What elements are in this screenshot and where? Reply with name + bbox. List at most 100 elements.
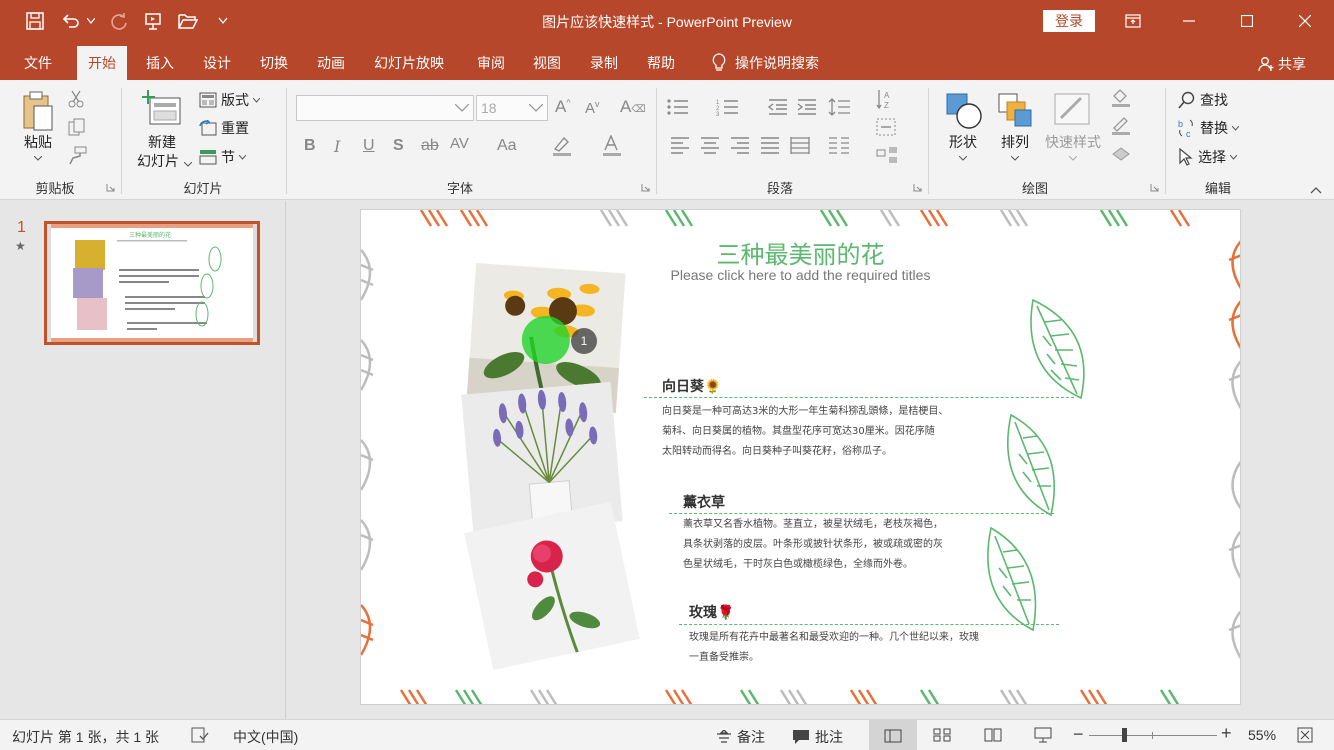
font-color-icon[interactable]: [601, 135, 625, 157]
slide-counter[interactable]: 幻灯片 第 1 张，共 1 张: [12, 727, 159, 747]
ribbon-display-icon[interactable]: [1104, 0, 1162, 42]
zoom-out-button[interactable]: −: [1073, 724, 1084, 745]
slide-canvas[interactable]: 1 三种最美丽的花 Please click here to add the r…: [360, 209, 1241, 705]
format-painter-icon[interactable]: [67, 146, 87, 166]
animation-marker[interactable]: 1: [571, 328, 597, 354]
text-direction-icon[interactable]: AZ: [876, 88, 894, 110]
tab-help[interactable]: 帮助: [636, 46, 686, 80]
align-center-icon[interactable]: [700, 136, 720, 154]
customize-qat-icon[interactable]: [212, 8, 234, 34]
collapse-ribbon-icon[interactable]: [1310, 186, 1322, 194]
shape-outline-icon[interactable]: [1110, 116, 1132, 136]
grow-font-icon[interactable]: A^: [555, 97, 571, 117]
align-left-icon[interactable]: [670, 136, 690, 154]
columns-icon[interactable]: [828, 136, 850, 154]
slideshow-view-icon[interactable]: [1034, 727, 1052, 743]
notes-button[interactable]: 备注: [716, 727, 765, 747]
highlight-icon[interactable]: [551, 135, 575, 157]
zoom-slider[interactable]: [1089, 728, 1217, 742]
fit-to-window-icon[interactable]: [1297, 727, 1313, 743]
distributed-icon[interactable]: [790, 136, 810, 154]
present-icon[interactable]: [140, 8, 166, 34]
save-icon[interactable]: [22, 8, 48, 34]
layout-button[interactable]: 版式: [199, 90, 260, 110]
dialog-launcher-icon[interactable]: [641, 183, 650, 192]
change-case-icon[interactable]: Aa: [497, 137, 517, 155]
tab-record[interactable]: 录制: [579, 46, 629, 80]
find-button[interactable]: 查找: [1178, 90, 1228, 110]
font-name-combo[interactable]: [296, 95, 474, 121]
dialog-launcher-icon[interactable]: [106, 183, 115, 192]
section-button[interactable]: 节: [199, 147, 246, 167]
shadow-icon[interactable]: S: [393, 137, 404, 155]
paste-button[interactable]: 粘贴: [18, 88, 58, 168]
zoom-in-button[interactable]: +: [1221, 723, 1232, 744]
zoom-level[interactable]: 55%: [1248, 727, 1276, 743]
replace-button[interactable]: bc 替换: [1178, 118, 1239, 138]
bold-icon[interactable]: B: [304, 137, 316, 155]
clear-formatting-icon[interactable]: A⌫: [620, 97, 645, 117]
normal-view-button[interactable]: [869, 720, 917, 750]
tab-file[interactable]: 文件: [13, 46, 63, 80]
slide-sorter-icon[interactable]: [933, 728, 951, 742]
line-spacing-icon[interactable]: [828, 98, 852, 116]
undo-icon[interactable]: [58, 8, 84, 34]
strikethrough-icon[interactable]: ab: [421, 137, 439, 155]
align-right-icon[interactable]: [730, 136, 750, 154]
tab-insert[interactable]: 插入: [135, 46, 185, 80]
open-folder-icon[interactable]: [175, 8, 201, 34]
shapes-button[interactable]: 形状: [940, 88, 986, 174]
shrink-font-icon[interactable]: Av: [585, 99, 600, 117]
dialog-launcher-icon[interactable]: [913, 183, 922, 192]
copy-icon[interactable]: [68, 118, 86, 136]
zoom-slider-thumb[interactable]: [1122, 728, 1127, 742]
cut-icon[interactable]: [68, 90, 84, 108]
section-text-lavender[interactable]: 薰衣草又名香水植物。茎直立，被星状绒毛，老枝灰褐色， 具条状剥落的皮层。叶条形或…: [683, 515, 943, 575]
numbering-icon[interactable]: 123: [716, 98, 740, 116]
new-slide-button[interactable]: 新建 幻灯片: [130, 88, 194, 174]
arrange-button[interactable]: 排列: [992, 88, 1038, 174]
align-text-icon[interactable]: [876, 118, 896, 136]
section-heading-lavender[interactable]: 薰衣草: [683, 492, 725, 512]
tab-design[interactable]: 设计: [192, 46, 242, 80]
tab-home[interactable]: 开始: [77, 46, 127, 80]
reset-button[interactable]: 重置: [199, 118, 249, 138]
section-text-sunflower[interactable]: 向日葵是一种可高达3米的大形一年生菊科猕乱頭條，是桔梗目、 菊科、向日葵属的植物…: [662, 402, 948, 462]
shape-effects-icon[interactable]: [1110, 144, 1132, 164]
language-indicator[interactable]: 中文(中国): [233, 727, 298, 747]
section-heading-rose[interactable]: 玫瑰🌹: [689, 602, 734, 622]
comments-button[interactable]: 批注: [792, 727, 843, 747]
increase-indent-icon[interactable]: [797, 98, 817, 116]
tab-animations[interactable]: 动画: [306, 46, 356, 80]
slide-title[interactable]: 三种最美丽的花: [361, 235, 1240, 270]
justify-icon[interactable]: [760, 136, 780, 154]
decrease-indent-icon[interactable]: [768, 98, 788, 116]
section-text-rose[interactable]: 玫瑰是所有花卉中最著名和最受欢迎的一种。几个世纪以来，玫瑰 一直备受推崇。: [689, 628, 979, 668]
bullets-icon[interactable]: [666, 98, 690, 116]
slide-thumbnail[interactable]: 三种最美丽的花: [44, 221, 260, 345]
char-spacing-icon[interactable]: AV: [450, 135, 469, 152]
smartart-icon[interactable]: [876, 146, 898, 164]
accessibility-check-icon[interactable]: [191, 727, 209, 743]
tab-view[interactable]: 视图: [522, 46, 572, 80]
login-button[interactable]: 登录: [1043, 10, 1095, 32]
tab-slideshow[interactable]: 幻灯片放映: [363, 46, 455, 80]
close-icon[interactable]: [1276, 0, 1334, 42]
redo-icon[interactable]: [106, 8, 132, 34]
tab-review[interactable]: 审阅: [466, 46, 516, 80]
dialog-launcher-icon[interactable]: [1150, 183, 1159, 192]
shape-fill-icon[interactable]: [1110, 88, 1132, 108]
share-button[interactable]: 共享: [1258, 54, 1306, 74]
section-heading-sunflower[interactable]: 向日葵🌻: [662, 376, 721, 396]
maximize-icon[interactable]: [1218, 0, 1276, 42]
select-button[interactable]: 选择: [1178, 147, 1237, 167]
tab-transitions[interactable]: 切换: [249, 46, 299, 80]
quick-styles-button[interactable]: 快速样式: [1040, 88, 1106, 174]
tell-me-search[interactable]: 操作说明搜索: [700, 46, 830, 80]
reading-view-icon[interactable]: [984, 728, 1002, 742]
undo-dropdown-icon[interactable]: [84, 8, 98, 34]
italic-icon[interactable]: I: [334, 137, 340, 156]
font-size-combo[interactable]: 18: [476, 95, 548, 121]
minimize-icon[interactable]: [1160, 0, 1218, 42]
slide-subtitle[interactable]: Please click here to add the required ti…: [361, 267, 1240, 283]
